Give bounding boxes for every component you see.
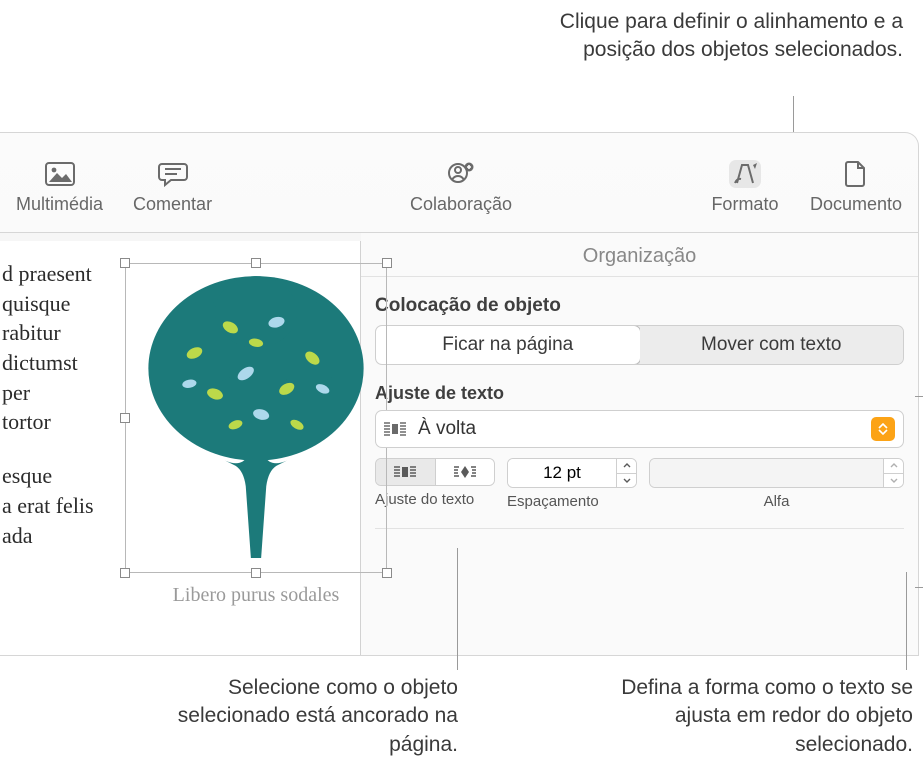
bracket-annotation bbox=[915, 396, 923, 588]
toolbar-collaboration[interactable]: Colaboração bbox=[410, 160, 512, 215]
placement-label: Colocação de objeto bbox=[375, 295, 904, 317]
spacing-label: Espaçamento bbox=[507, 493, 637, 510]
toolbar-document[interactable]: Documento bbox=[810, 160, 902, 215]
fit-group: Ajuste do texto bbox=[375, 458, 495, 508]
media-icon bbox=[44, 160, 76, 188]
toolbar-multimedia[interactable]: Multimédia bbox=[16, 160, 103, 215]
callout-text: Selecione como o objeto selecionado está… bbox=[178, 676, 458, 756]
resize-handle[interactable] bbox=[251, 568, 261, 578]
fit-button-pair bbox=[375, 458, 495, 486]
resize-handle[interactable] bbox=[120, 568, 130, 578]
app-window: Multimédia Comentar Colaboração Formato bbox=[0, 132, 919, 656]
seg-move-with-text[interactable]: Mover com texto bbox=[640, 326, 904, 364]
selected-image[interactable]: Libero purus sodales bbox=[125, 263, 387, 573]
stepper-down[interactable] bbox=[884, 474, 903, 488]
callout-leader bbox=[457, 548, 458, 670]
seg-stay-on-page[interactable]: Ficar na página bbox=[375, 325, 641, 365]
comment-icon bbox=[157, 160, 189, 188]
format-icon bbox=[729, 160, 761, 188]
callout-bottom-right: Defina a forma como o texto se ajusta em… bbox=[593, 674, 913, 759]
wrap-options-row: Ajuste do texto Espaçamento bbox=[375, 458, 904, 510]
resize-handle[interactable] bbox=[251, 258, 261, 268]
toolbar-label: Colaboração bbox=[410, 194, 512, 215]
stepper-up[interactable] bbox=[884, 459, 903, 474]
alpha-label: Alfa bbox=[649, 493, 904, 510]
toolbar-label: Comentar bbox=[133, 194, 212, 215]
placement-segmented-control[interactable]: Ficar na página Mover com texto bbox=[375, 325, 904, 365]
callout-top-text: Clique para definir o alinhamento e a po… bbox=[560, 10, 903, 61]
canvas: d praesent quisque rabitur dictumst per … bbox=[0, 233, 361, 655]
document-page[interactable]: d praesent quisque rabitur dictumst per … bbox=[0, 241, 361, 655]
toolbar-label: Documento bbox=[810, 194, 902, 215]
tree-illustration bbox=[133, 271, 379, 558]
resize-handle[interactable] bbox=[382, 258, 392, 268]
callout-bottom-left: Selecione como o objeto selecionado está… bbox=[158, 674, 458, 759]
stepper-down[interactable] bbox=[617, 474, 636, 488]
wrap-label: Ajuste de texto bbox=[375, 383, 904, 404]
alpha-stepper[interactable] bbox=[649, 458, 904, 488]
spacing-stepper[interactable] bbox=[507, 458, 637, 488]
content-row: d praesent quisque rabitur dictumst per … bbox=[0, 233, 918, 655]
wrap-value: À volta bbox=[418, 418, 871, 440]
inspector-body: Colocação de objeto Ficar na página Move… bbox=[361, 277, 918, 539]
inspector-tab-arrange[interactable]: Organização bbox=[361, 233, 918, 277]
resize-handle[interactable] bbox=[382, 568, 392, 578]
spacing-value[interactable] bbox=[508, 459, 616, 487]
wrap-around-icon bbox=[384, 421, 408, 437]
toolbar: Multimédia Comentar Colaboração Formato bbox=[0, 133, 918, 233]
toolbar-label: Formato bbox=[711, 194, 778, 215]
collaboration-icon bbox=[445, 160, 477, 188]
fit-contour-button[interactable] bbox=[436, 459, 495, 485]
resize-handle[interactable] bbox=[120, 413, 130, 423]
document-icon bbox=[840, 160, 872, 188]
callout-top: Clique para definir o alinhamento e a po… bbox=[523, 8, 903, 65]
divider bbox=[375, 528, 904, 529]
text-wrap-select[interactable]: À volta bbox=[375, 410, 904, 448]
fit-label: Ajuste do texto bbox=[375, 491, 495, 508]
chevron-updown-icon bbox=[871, 417, 895, 441]
resize-handle[interactable] bbox=[120, 258, 130, 268]
toolbar-comment[interactable]: Comentar bbox=[133, 160, 212, 215]
alpha-value[interactable] bbox=[650, 459, 883, 487]
image-caption[interactable]: Libero purus sodales bbox=[125, 584, 387, 607]
callout-leader bbox=[906, 572, 907, 670]
inspector-panel: Organização Colocação de objeto Ficar na… bbox=[361, 233, 918, 655]
toolbar-format[interactable]: Formato bbox=[710, 160, 780, 215]
callout-text: Defina a forma como o texto se ajusta em… bbox=[621, 676, 913, 756]
toolbar-label: Multimédia bbox=[16, 194, 103, 215]
alpha-group: Alfa bbox=[649, 458, 904, 510]
stepper-up[interactable] bbox=[617, 459, 636, 474]
spacing-group: Espaçamento bbox=[507, 458, 637, 510]
